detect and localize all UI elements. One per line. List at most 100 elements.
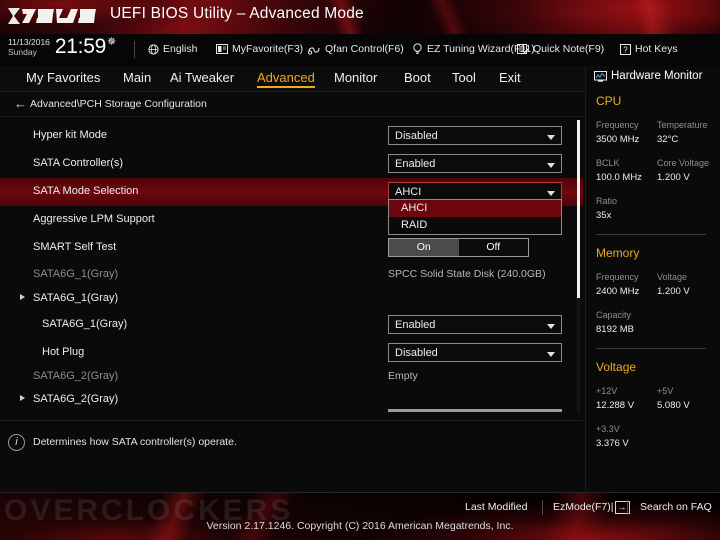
toolbar-label-language: English [163,43,197,55]
hw-key: Capacity [596,310,631,320]
hw-key: Ratio [596,196,617,206]
hw-value: 3.376 V [596,438,629,449]
chevron-down-icon [547,352,555,357]
tab-monitor[interactable]: Monitor [334,70,377,85]
dropdown-option-raid[interactable]: RAID [389,217,561,234]
device-value: SPCC Solid State Disk (240.0GB) [388,268,546,280]
row-label: SATA6G_2(Gray) [33,393,118,405]
ezmode-label: EzMode(F7)| [553,501,614,513]
utility-toolbar: 11/13/2016 Sunday 21:59 ✵ English MyFavo… [0,34,720,66]
toolbar-label-myfavorite: MyFavorite(F3) [232,43,303,55]
hw-value: 12.288 V [596,400,634,411]
row-label: Hyper kit Mode [33,129,107,141]
dropdown-option-ahci[interactable]: AHCI [389,200,561,217]
ezmode-button[interactable]: EzMode(F7)|→ [553,501,630,514]
window-title: UEFI BIOS Utility – Advanced Mode [110,5,364,23]
gear-icon[interactable]: ✵ [107,35,116,48]
row-label: Aggressive LPM Support [33,213,155,225]
expander-row-sata6g-1[interactable]: SATA6G_1(Gray) [0,285,583,313]
fan-icon [308,44,321,55]
horizontal-scrollbar[interactable] [388,409,562,412]
hw-key: Voltage [657,272,687,282]
hw-key: +12V [596,386,617,396]
select-value: Enabled [395,319,435,331]
row-label: SMART Self Test [33,241,116,253]
chevron-right-icon [20,395,25,401]
hw-key: Core Voltage [657,158,709,168]
chevron-down-icon [547,135,555,140]
tab-advanced[interactable]: Advanced [257,70,315,88]
toggle-option-on[interactable]: On [389,239,459,256]
hw-value: 32°C [657,134,678,145]
footer-divider-2 [627,500,628,515]
toolbar-item-language[interactable]: English [148,43,197,55]
toggle-smart-self-test[interactable]: On Off [388,238,529,257]
setting-row-sata6g-1-enable[interactable]: SATA6G_1(Gray) Enabled [0,311,583,339]
bulb-icon [412,43,423,55]
hw-key: +5V [657,386,673,396]
book-icon [216,44,228,54]
toolbar-item-hotkeys[interactable]: ? Hot Keys [620,43,678,55]
select-hot-plug[interactable]: Disabled [388,343,562,362]
toggle-option-off[interactable]: Off [459,239,529,256]
row-label: SATA Controller(s) [33,157,123,169]
setting-row-smart-self-test[interactable]: SMART Self Test On Off [0,234,583,262]
vertical-scrollbar-thumb[interactable] [577,120,580,298]
toolbar-item-quicknote[interactable]: Quick Note(F9) [517,43,604,55]
row-label: SATA6G_2(Gray) [33,370,118,382]
hw-value: 5.080 V [657,400,690,411]
row-label: SATA Mode Selection [33,185,138,197]
chevron-down-icon [547,324,555,329]
hw-key: Frequency [596,272,639,282]
tab-ai-tweaker[interactable]: Ai Tweaker [170,70,234,85]
divider [596,234,706,235]
row-label: Hot Plug [42,346,84,358]
toolbar-item-myfavorite[interactable]: MyFavorite(F3) [216,43,303,55]
hw-value: 35x [596,210,611,221]
day-label: Sunday [8,47,50,57]
clock-block: 11/13/2016 Sunday 21:59 ✵ [8,35,116,58]
tab-boot[interactable]: Boot [404,70,431,85]
last-modified-button[interactable]: Last Modified [465,501,527,513]
toolbar-label-quicknote: Quick Note(F9) [533,43,604,55]
toolbar-item-qfan[interactable]: Qfan Control(F6) [308,43,404,55]
chevron-down-icon [547,191,555,196]
hw-value: 2400 MHz [596,286,639,297]
tab-my-favorites[interactable]: My Favorites [26,70,100,85]
hw-value: 3500 MHz [596,134,639,145]
toolbar-label-qfan: Qfan Control(F6) [325,43,404,55]
search-faq-button[interactable]: Search on FAQ [640,501,712,513]
tab-main[interactable]: Main [123,70,151,85]
hw-section-voltage-title: Voltage [596,360,636,374]
hw-key: BCLK [596,158,620,168]
note-icon [517,44,529,55]
toolbar-label-hotkeys: Hot Keys [635,43,678,55]
globe-icon [148,44,159,55]
monitor-icon [594,71,607,82]
select-sata6g-1-enable[interactable]: Enabled [388,315,562,334]
back-arrow-icon[interactable]: ← [14,97,27,110]
info-icon: i [8,434,25,451]
select-sata-controllers[interactable]: Enabled [388,154,562,173]
row-label: SATA6G_1(Gray) [33,292,118,304]
asus-logo [6,5,98,27]
dropdown-sata-mode-options[interactable]: AHCI RAID [388,199,562,235]
footer-divider-1 [542,500,543,515]
hw-section-memory-title: Memory [596,246,639,260]
title-banner: UEFI BIOS Utility – Advanced Mode [0,0,720,34]
select-hyper-kit-mode[interactable]: Disabled [388,126,562,145]
hw-value: 1.200 V [657,172,690,183]
hw-value: 1.200 V [657,286,690,297]
select-value: AHCI [395,186,421,198]
tab-exit[interactable]: Exit [499,70,521,85]
setting-row-hyper-kit-mode[interactable]: Hyper kit Mode Disabled [0,122,583,150]
toolbar-divider [134,41,135,58]
question-icon: ? [620,44,631,55]
setting-row-sata-controllers[interactable]: SATA Controller(s) Enabled [0,150,583,178]
version-text: Version 2.17.1246. Copyright (C) 2016 Am… [0,520,720,532]
settings-list: Hyper kit Mode Disabled SATA Controller(… [0,117,583,417]
hardware-monitor-title: Hardware Monitor [594,70,702,82]
device-value: Empty [388,370,418,382]
chevron-down-icon [547,163,555,168]
tab-tool[interactable]: Tool [452,70,476,85]
